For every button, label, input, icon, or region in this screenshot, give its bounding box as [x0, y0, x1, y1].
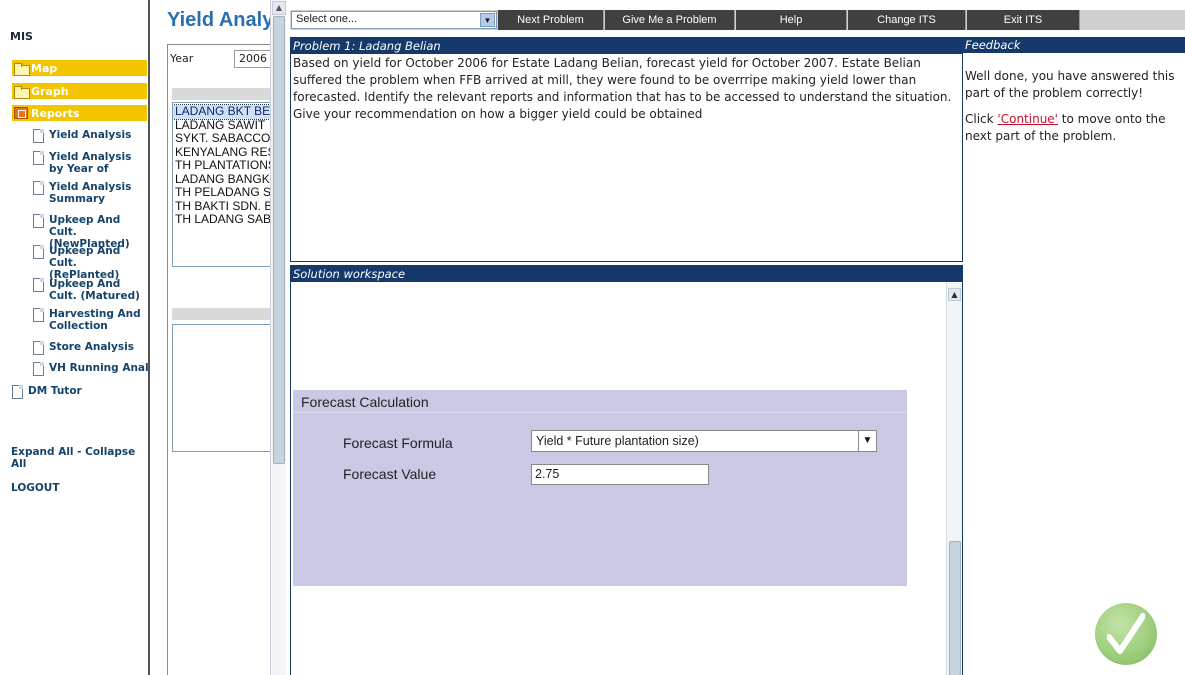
estate-option[interactable]: TH BAKTI SDN. BHD	[173, 199, 274, 214]
left-navigation: MIS Map Graph Reports Yield Analysis Yie…	[0, 0, 150, 675]
document-icon	[33, 129, 44, 143]
feedback-panel: Feedback Well done, you have answered th…	[963, 37, 1185, 675]
success-checkmark-icon	[1095, 603, 1157, 665]
nav-category-graph[interactable]: Graph	[12, 83, 147, 99]
estate-listbox[interactable]: LADANG BKT BESAR LADANG SAWIT SYKT. SABA…	[172, 102, 275, 267]
scroll-thumb[interactable]	[273, 16, 285, 464]
solution-workspace: Solution workspace ▲ Forecast Calculatio…	[290, 265, 963, 675]
scroll-up-arrow-icon[interactable]: ▲	[272, 1, 286, 15]
list-header-bar	[172, 88, 275, 100]
nav-category-map[interactable]: Map	[12, 60, 147, 76]
document-icon	[33, 308, 44, 322]
nav-item-yield-analysis[interactable]: Yield Analysis	[33, 129, 148, 143]
section-divider	[293, 412, 907, 413]
forecast-calculation-form: Forecast Calculation Forecast Formula Yi…	[293, 390, 907, 586]
document-icon	[33, 214, 44, 228]
estate-option[interactable]: TH PELADANG SDN	[173, 185, 274, 200]
estate-option[interactable]: LADANG SAWIT	[173, 118, 274, 133]
nav-item-label: VH Running Analysis	[49, 362, 148, 374]
document-icon	[33, 151, 44, 165]
nav-category-reports[interactable]: Reports	[12, 105, 147, 121]
report-filter-area: Year 2006 LADANG BKT BESAR LADANG SAWIT …	[167, 44, 275, 675]
nav-item-label: Upkeep And Cult. (Matured)	[49, 278, 140, 302]
feedback-header: Feedback	[963, 37, 1185, 53]
nav-category-label: Map	[31, 61, 58, 75]
nav-item-harvesting[interactable]: Harvesting And Collection	[33, 308, 148, 332]
estate-option[interactable]: SYKT. SABACCO	[173, 131, 274, 146]
nav-item-label: DM Tutor	[28, 385, 82, 397]
folder-icon	[14, 62, 30, 76]
forecast-formula-label: Forecast Formula	[343, 435, 453, 451]
problem-select-value: Select one...	[296, 13, 358, 25]
nav-item-label: Upkeep And Cult. (RePlanted)	[49, 245, 121, 281]
scroll-up-arrow-icon[interactable]: ▲	[948, 288, 961, 301]
document-icon	[33, 245, 44, 259]
document-icon	[12, 385, 23, 399]
secondary-listbox[interactable]	[172, 324, 275, 452]
click-prefix: Click	[965, 112, 998, 126]
problem-panel: Problem 1: Ladang Belian Based on yield …	[290, 37, 963, 262]
list-header-bar	[172, 308, 275, 320]
document-icon	[33, 278, 44, 292]
nav-item-label: Yield Analysis Summary	[49, 181, 132, 205]
nav-item-label: Yield Analysis	[49, 129, 132, 141]
document-icon	[33, 362, 44, 376]
estate-option[interactable]: TH LADANG SABAH	[173, 212, 274, 227]
scroll-thumb[interactable]	[949, 541, 961, 675]
report-icon	[14, 107, 28, 119]
nav-item-label: Harvesting And Collection	[49, 308, 141, 332]
estate-option[interactable]: LADANG BANGKIT	[173, 172, 274, 187]
nav-item-yield-analysis-by-year[interactable]: Yield Analysis by Year of Planting	[33, 151, 148, 175]
nav-root-label: MIS	[10, 30, 33, 43]
year-input[interactable]: 2006	[234, 50, 275, 68]
nav-item-label: Yield Analysis by Year of Planting	[49, 151, 132, 175]
nav-category-label: Reports	[31, 106, 80, 120]
nav-item-yield-analysis-summary[interactable]: Yield Analysis Summary	[33, 181, 148, 205]
nav-item-store-analysis[interactable]: Store Analysis	[33, 341, 148, 355]
document-icon	[33, 341, 44, 355]
its-toolbar: Select one... ▼ Next Problem Give Me a P…	[290, 10, 1185, 30]
estate-option[interactable]: TH PLANTATIONS	[173, 158, 274, 173]
feedback-message: Well done, you have answered this part o…	[965, 69, 1175, 100]
nav-item-label: Store Analysis	[49, 341, 134, 353]
next-problem-button[interactable]: Next Problem	[498, 10, 604, 30]
nav-item-vh-running[interactable]: VH Running Analysis	[33, 362, 148, 376]
continue-link[interactable]: 'Continue'	[997, 112, 1058, 126]
forecast-value-label: Forecast Value	[343, 466, 437, 482]
logout-link[interactable]: LOGOUT	[11, 482, 59, 494]
problem-select[interactable]: Select one... ▼	[291, 11, 497, 29]
exit-its-button[interactable]: Exit ITS	[967, 10, 1080, 30]
workspace-scrollbar[interactable]: ▲	[946, 283, 962, 675]
nav-item-upkeep-replanted[interactable]: Upkeep And Cult. (RePlanted)	[33, 245, 148, 281]
problem-description: Based on yield for October 2006 for Esta…	[293, 56, 952, 121]
year-label: Year	[170, 52, 194, 65]
report-panel-scrollbar[interactable]: ▲	[270, 0, 286, 675]
nav-category-label: Graph	[31, 84, 69, 98]
folder-icon	[14, 85, 30, 99]
forecast-value-input[interactable]: 2.75	[531, 464, 709, 485]
feedback-instruction: Click 'Continue' to move onto the next p…	[963, 111, 1185, 145]
nav-item-upkeep-matured[interactable]: Upkeep And Cult. (Matured)	[33, 278, 148, 302]
change-its-button[interactable]: Change ITS	[848, 10, 966, 30]
expand-collapse-link[interactable]: Expand All - Collapse All	[11, 446, 148, 470]
estate-option[interactable]: LADANG BKT BESAR	[173, 104, 274, 120]
report-title: Yield Analysis	[167, 9, 272, 31]
estate-option[interactable]: KENYALANG RESOURCES	[173, 145, 274, 160]
problem-header: Problem 1: Ladang Belian	[291, 38, 962, 54]
give-problem-button[interactable]: Give Me a Problem	[605, 10, 735, 30]
workspace-header: Solution workspace	[291, 266, 962, 282]
forecast-formula-select[interactable]: Yield * Future plantation size) ▼	[531, 430, 877, 452]
chevron-down-icon[interactable]: ▼	[480, 13, 495, 27]
document-icon	[33, 181, 44, 195]
help-button[interactable]: Help	[736, 10, 847, 30]
forecast-formula-value: Yield * Future plantation size)	[536, 434, 699, 448]
chevron-down-icon[interactable]: ▼	[858, 431, 876, 451]
forecast-section-title: Forecast Calculation	[301, 394, 429, 410]
nav-item-dm-tutor[interactable]: DM Tutor	[12, 385, 127, 399]
report-panel: Yield Analysis Year 2006 LADANG BKT BESA…	[152, 0, 286, 675]
